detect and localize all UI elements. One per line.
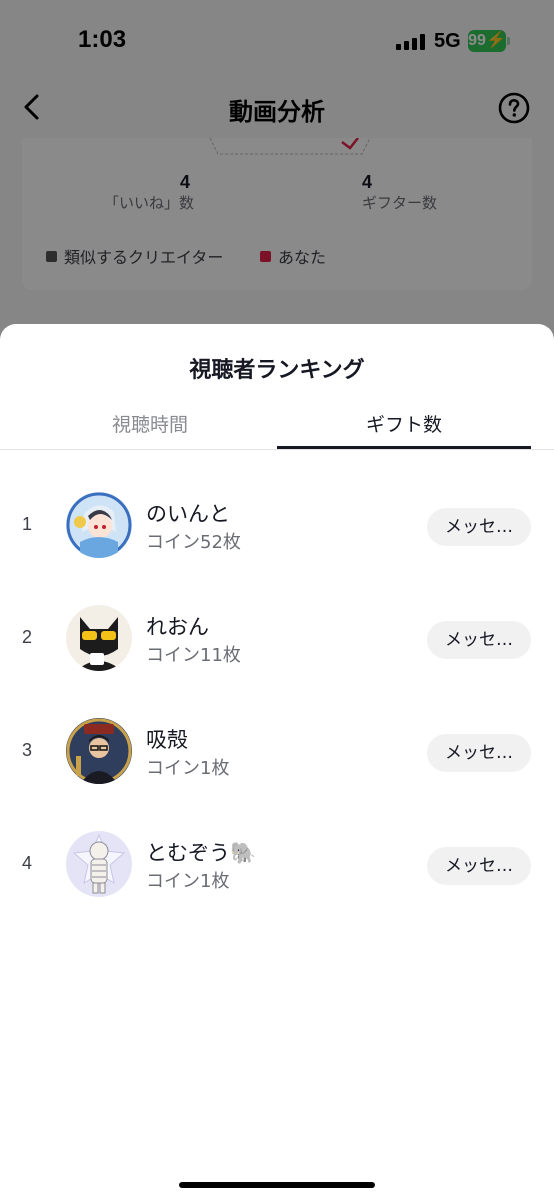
ranking-row[interactable]: 1 のいんと コイン52枚 メッセ… bbox=[0, 474, 554, 574]
viewer-name: れおん bbox=[146, 615, 209, 639]
ranking-row[interactable]: 3 吸殻 コイン1枚 メッセ… bbox=[0, 700, 554, 800]
coin-count: コイン1枚 bbox=[146, 871, 230, 892]
viewer-name: のいんと bbox=[146, 502, 230, 526]
avatar[interactable] bbox=[66, 492, 132, 558]
tab-watch-time[interactable]: 視聴時間 bbox=[23, 400, 277, 450]
rank-number: 2 bbox=[22, 627, 33, 647]
sheet-title: 視聴者ランキング bbox=[189, 358, 365, 383]
avatar[interactable] bbox=[66, 605, 132, 671]
tab-gift-count[interactable]: ギフト数 bbox=[277, 400, 531, 450]
avatar[interactable] bbox=[66, 718, 132, 784]
message-button[interactable]: メッセ… bbox=[427, 847, 531, 885]
message-button[interactable]: メッセ… bbox=[427, 508, 531, 546]
ranking-row[interactable]: 4 とむぞう🐘 コイン1枚 メッセ… bbox=[0, 813, 554, 913]
ranking-row[interactable]: 2 れおん コイン11枚 メッセ… bbox=[0, 587, 554, 687]
rank-number: 3 bbox=[22, 740, 33, 760]
rank-number: 1 bbox=[22, 514, 33, 534]
coin-count: コイン11枚 bbox=[146, 645, 241, 666]
viewer-name: とむぞう🐘 bbox=[146, 841, 257, 865]
viewer-ranking-sheet: 視聴者ランキング 視聴時間 ギフト数 1 のいんと コイン52枚 メッセ… 2 … bbox=[0, 324, 554, 1200]
rank-number: 4 bbox=[22, 853, 33, 873]
avatar[interactable] bbox=[66, 831, 132, 897]
coin-count: コイン52枚 bbox=[146, 532, 241, 553]
message-button[interactable]: メッセ… bbox=[427, 734, 531, 772]
viewer-name: 吸殻 bbox=[146, 728, 188, 752]
home-indicator bbox=[179, 1182, 375, 1188]
coin-count: コイン1枚 bbox=[146, 758, 230, 779]
active-tab-indicator bbox=[277, 446, 531, 449]
message-button[interactable]: メッセ… bbox=[427, 621, 531, 659]
ranking-tabs: 視聴時間 ギフト数 bbox=[0, 400, 554, 450]
